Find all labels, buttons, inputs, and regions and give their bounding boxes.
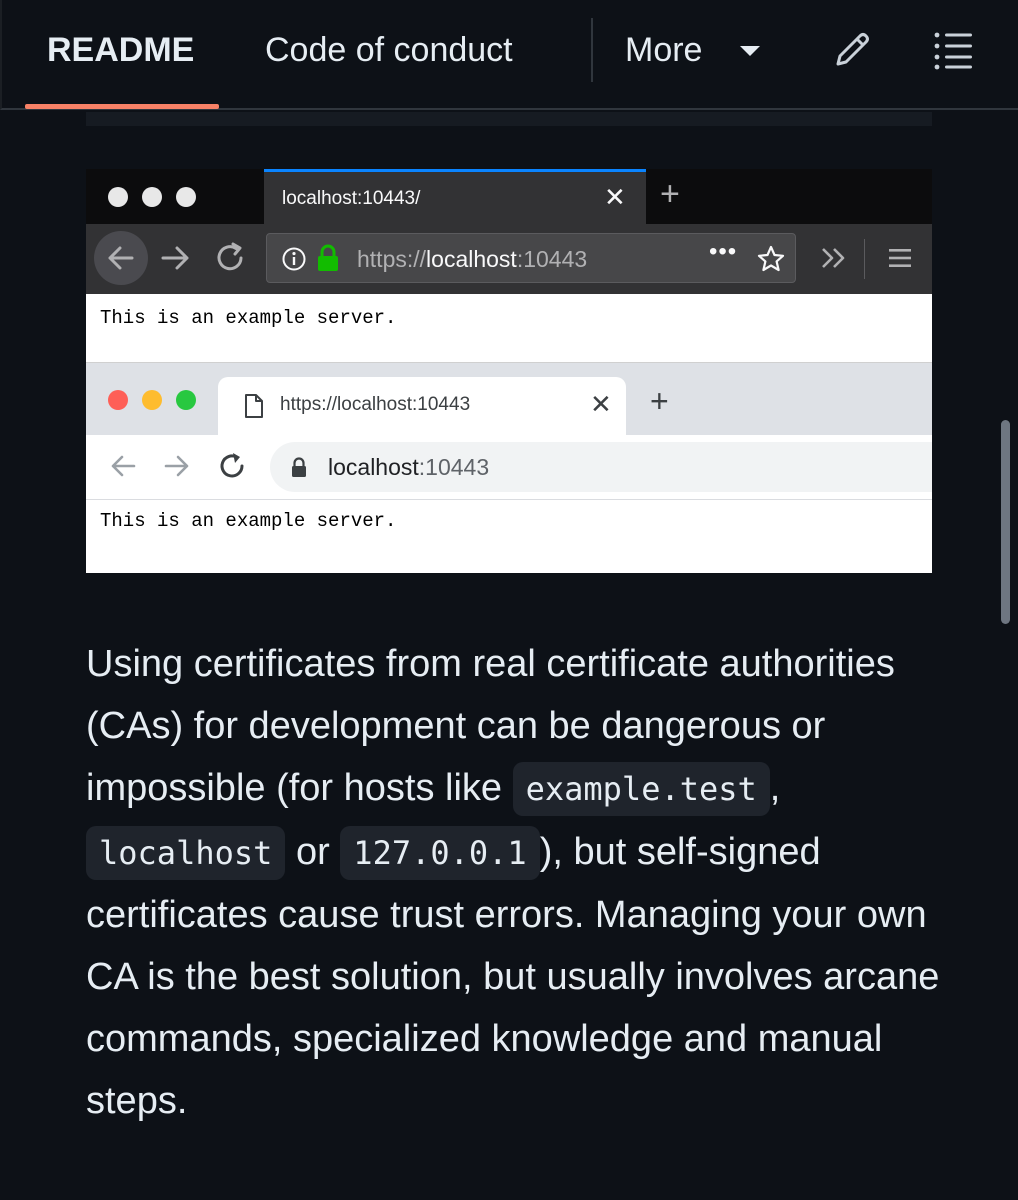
- readme-paragraph: Using certificates from real certificate…: [86, 633, 946, 1133]
- chrome-tab-bar: https://localhost:10443 ✕ +: [86, 363, 932, 435]
- firefox-page-text: This is an example server.: [100, 307, 397, 329]
- repo-tab-bar: README Code of conduct More: [0, 0, 1018, 110]
- close-icon: ✕: [604, 182, 626, 212]
- arrow-left-icon: [108, 246, 134, 270]
- separator-text: ,: [769, 767, 781, 810]
- firefox-url-bar: https://localhost:10443 •••: [266, 233, 796, 283]
- previous-code-block: [86, 112, 932, 126]
- inline-code-loopback-ip: 127.0.0.1: [340, 825, 540, 880]
- url-port: :10443: [418, 454, 490, 480]
- chrome-page-text: This is an example server.: [100, 510, 397, 532]
- plus-icon: +: [660, 175, 680, 213]
- close-window-dot: [108, 390, 128, 410]
- chrome-omnibox: localhost:10443: [270, 442, 932, 492]
- arrow-right-icon: [161, 246, 189, 270]
- list-icon[interactable]: [932, 28, 976, 72]
- back-button: [94, 231, 148, 285]
- inline-code-example-test: example.test: [512, 762, 770, 817]
- firefox-nav-bar: https://localhost:10443 •••: [86, 224, 932, 294]
- close-icon: ✕: [590, 389, 612, 419]
- chrome-url-text: localhost:10443: [328, 454, 489, 481]
- window-button-dot: [176, 187, 196, 207]
- tab-readme[interactable]: README: [47, 28, 194, 72]
- separator-text: or: [285, 830, 341, 873]
- star-icon: [757, 245, 785, 272]
- hamburger-menu-icon: [889, 249, 911, 267]
- reload-icon: [220, 453, 244, 478]
- firefox-tab-title: localhost:10443/: [282, 188, 421, 209]
- toolbar-separator: [864, 239, 865, 279]
- firefox-tab-bar: localhost:10443/ ✕ +: [86, 169, 932, 224]
- lock-icon: [292, 457, 306, 477]
- inline-code-localhost: localhost: [86, 825, 286, 880]
- firefox-url-text: https://localhost:10443: [357, 246, 587, 273]
- tab-code-of-conduct[interactable]: Code of conduct: [265, 28, 513, 72]
- firefox-page: This is an example server.: [86, 294, 932, 362]
- active-tab-indicator: [25, 104, 219, 109]
- firefox-tab: localhost:10443/ ✕: [264, 169, 646, 224]
- chrome-tab: https://localhost:10443 ✕: [218, 377, 626, 435]
- window-button-dot: [108, 187, 128, 207]
- chrome-window: https://localhost:10443 ✕ + localhost:10…: [86, 362, 932, 573]
- caret-down-icon[interactable]: [740, 46, 760, 56]
- reload-icon: [217, 242, 243, 271]
- document-icon: [245, 394, 263, 418]
- arrow-right-icon: [164, 455, 189, 477]
- arrow-left-icon: [111, 455, 136, 477]
- chrome-toolbar: localhost:10443: [86, 435, 932, 500]
- pencil-icon[interactable]: [830, 28, 874, 72]
- tab-more[interactable]: More: [625, 28, 702, 72]
- url-scheme: https://: [357, 246, 427, 272]
- readme-screenshot-image: localhost:10443/ ✕ + https://localhost:1…: [86, 169, 932, 573]
- lock-icon: [318, 244, 338, 271]
- url-port: :10443: [516, 246, 588, 272]
- url-host: localhost: [328, 454, 419, 480]
- url-host: localhost: [426, 246, 517, 272]
- chrome-tab-title: https://localhost:10443: [280, 394, 471, 415]
- minimize-window-dot: [142, 390, 162, 410]
- chevron-double-right-icon: [822, 248, 845, 268]
- plus-icon: +: [650, 383, 669, 419]
- maximize-window-dot: [176, 390, 196, 410]
- window-button-dot: [142, 187, 162, 207]
- more-dots-icon: •••: [709, 238, 738, 265]
- tab-divider: [591, 18, 593, 82]
- info-icon: [282, 247, 306, 271]
- scrollbar-thumb[interactable]: [1001, 420, 1010, 624]
